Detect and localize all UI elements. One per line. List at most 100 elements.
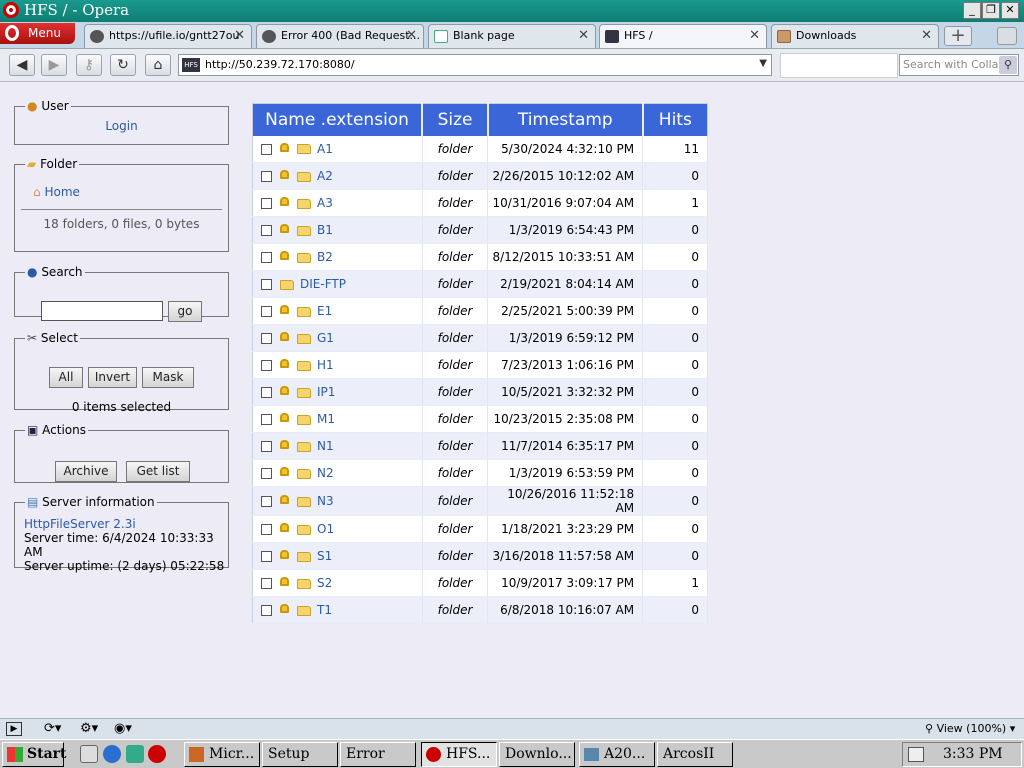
task-arcosii[interactable]: ArcosII [657,742,733,767]
select-checkbox[interactable] [261,414,272,425]
select-checkbox[interactable] [261,387,272,398]
get-list-button[interactable]: Get list [126,461,190,482]
table-row[interactable]: N1 folder 11/7/2014 6:35:17 PM 0 [252,432,708,460]
login-link[interactable]: Login [105,119,137,133]
folder-link[interactable]: S2 [317,576,332,590]
search-field[interactable]: Search with Collab ⚲ [899,54,1019,76]
tab-blank-page[interactable]: Blank page ✕ [428,24,596,48]
select-checkbox[interactable] [261,578,272,589]
tab-error-400[interactable]: Error 400 (Bad Request... ✕ [256,24,424,48]
folder-link[interactable]: O1 [317,522,334,536]
folder-link[interactable]: B2 [317,250,333,264]
back-button[interactable]: ◀ [9,54,35,76]
close-button[interactable]: ✕ [1001,2,1019,19]
name-column-header[interactable]: Name .extension [252,103,424,136]
select-checkbox[interactable] [261,551,272,562]
trash-icon[interactable] [997,27,1017,45]
close-tab-icon[interactable]: ✕ [578,25,589,47]
table-row[interactable]: T1 folder 6/8/2018 10:16:07 AM 0 [252,596,708,624]
folder-link[interactable]: S1 [317,549,332,563]
table-row[interactable]: A2 folder 2/26/2015 10:12:02 AM 0 [252,162,708,190]
go-button[interactable]: go [168,301,202,322]
select-checkbox[interactable] [261,333,272,344]
folder-link[interactable]: DIE-FTP [300,277,346,291]
invert-selection-button[interactable]: Invert [88,367,137,388]
select-checkbox[interactable] [261,198,272,209]
table-row[interactable]: G1 folder 1/3/2019 6:59:12 PM 0 [252,324,708,352]
folder-link[interactable]: N3 [317,494,334,508]
opera-icon[interactable] [148,745,166,763]
select-checkbox[interactable] [261,524,272,535]
folder-link[interactable]: IP1 [317,385,335,399]
zoom-control[interactable]: ⚲ View (100%) ▾ [925,722,1015,735]
table-row[interactable]: B1 folder 1/3/2019 6:54:43 PM 0 [252,216,708,244]
table-row[interactable]: A3 folder 10/31/2016 9:07:04 AM 1 [252,189,708,217]
folder-link[interactable]: N1 [317,439,334,453]
task-micr[interactable]: Micr... [184,742,260,767]
folder-link[interactable]: B1 [317,223,333,237]
archive-button[interactable]: Archive [55,461,117,482]
mask-button[interactable]: Mask [142,367,194,388]
table-row[interactable]: IP1 folder 10/5/2021 3:32:32 PM 0 [252,378,708,406]
table-row[interactable]: H1 folder 7/23/2013 1:06:16 PM 0 [252,351,708,379]
tab-hfs[interactable]: HFS / ✕ [599,24,767,48]
home-link[interactable]: Home [44,185,79,199]
key-button[interactable]: ⚷ [76,54,102,76]
maximize-button[interactable]: ❐ [982,2,1000,19]
folder-link[interactable]: G1 [317,331,334,345]
table-row[interactable]: S1 folder 3/16/2018 11:57:58 AM 0 [252,542,708,570]
home-button[interactable]: ⌂ [145,54,171,76]
table-row[interactable]: DIE-FTP folder 2/19/2021 8:04:14 AM 0 [252,270,708,298]
table-row[interactable]: N3 folder 10/26/2016 11:52:18 AM 0 [252,486,708,516]
turbo-icon[interactable]: ◉▾ [114,721,132,736]
task-a20[interactable]: A20... [579,742,655,767]
select-all-button[interactable]: All [49,367,83,388]
select-checkbox[interactable] [261,360,272,371]
internet-explorer-icon[interactable] [103,745,121,763]
timestamp-column-header[interactable]: Timestamp [487,103,644,136]
close-tab-icon[interactable]: ✕ [921,25,932,47]
folder-link[interactable]: A1 [317,142,333,156]
select-checkbox[interactable] [261,225,272,236]
search-input[interactable] [41,301,163,321]
volume-icon[interactable] [908,747,924,762]
new-tab-button[interactable]: + [944,26,972,46]
address-text[interactable]: http://50.239.72.170:8080/ [205,58,355,71]
notepad-icon[interactable] [80,745,98,763]
select-checkbox[interactable] [261,252,272,263]
table-row[interactable]: B2 folder 8/12/2015 10:33:51 AM 0 [252,243,708,271]
folder-link[interactable]: H1 [317,358,334,372]
select-checkbox[interactable] [261,306,272,317]
folder-link[interactable]: A3 [317,196,333,210]
size-column-header[interactable]: Size [422,103,489,136]
select-checkbox[interactable] [261,496,272,507]
task-hfs[interactable]: HFS... [421,742,497,767]
table-row[interactable]: M1 folder 10/23/2015 2:35:08 PM 0 [252,405,708,433]
sync-icon[interactable]: ⟳▾ [44,721,61,736]
table-row[interactable]: S2 folder 10/9/2017 3:09:17 PM 1 [252,569,708,597]
opera-menu-button[interactable]: Menu [0,23,75,44]
table-row[interactable]: A1 folder 5/30/2024 4:32:10 PM 11 [252,135,708,163]
folder-link[interactable]: E1 [317,304,332,318]
select-checkbox[interactable] [261,605,272,616]
table-row[interactable]: N2 folder 1/3/2019 6:53:59 PM 0 [252,459,708,487]
tab-ufile[interactable]: https://ufile.io/gntt27ou ✕ [84,24,252,48]
network-icon[interactable]: ⚙▾ [80,721,98,736]
close-tab-icon[interactable]: ✕ [749,25,760,47]
clock[interactable]: 3:33 PM [943,743,1003,766]
task-setup[interactable]: Setup [262,742,338,767]
panel-toggle-icon[interactable]: ▶ [6,722,22,736]
table-row[interactable]: E1 folder 2/25/2021 5:00:39 PM 0 [252,297,708,325]
hfs-software-link[interactable]: HttpFileServer 2.3i [24,517,136,531]
select-checkbox[interactable] [261,468,272,479]
reload-button[interactable]: ↻ [110,54,136,76]
folder-link[interactable]: A2 [317,169,333,183]
search-icon[interactable]: ⚲ [999,56,1017,74]
close-tab-icon[interactable]: ✕ [234,25,245,47]
start-button[interactable]: Start [2,742,67,767]
tab-downloads[interactable]: Downloads ✕ [771,24,939,48]
select-checkbox[interactable] [261,171,272,182]
address-bar[interactable]: HFS http://50.239.72.170:8080/ ▼ [178,54,772,76]
forward-button[interactable]: ▶ [41,54,67,76]
minimize-button[interactable]: _ [963,2,981,19]
